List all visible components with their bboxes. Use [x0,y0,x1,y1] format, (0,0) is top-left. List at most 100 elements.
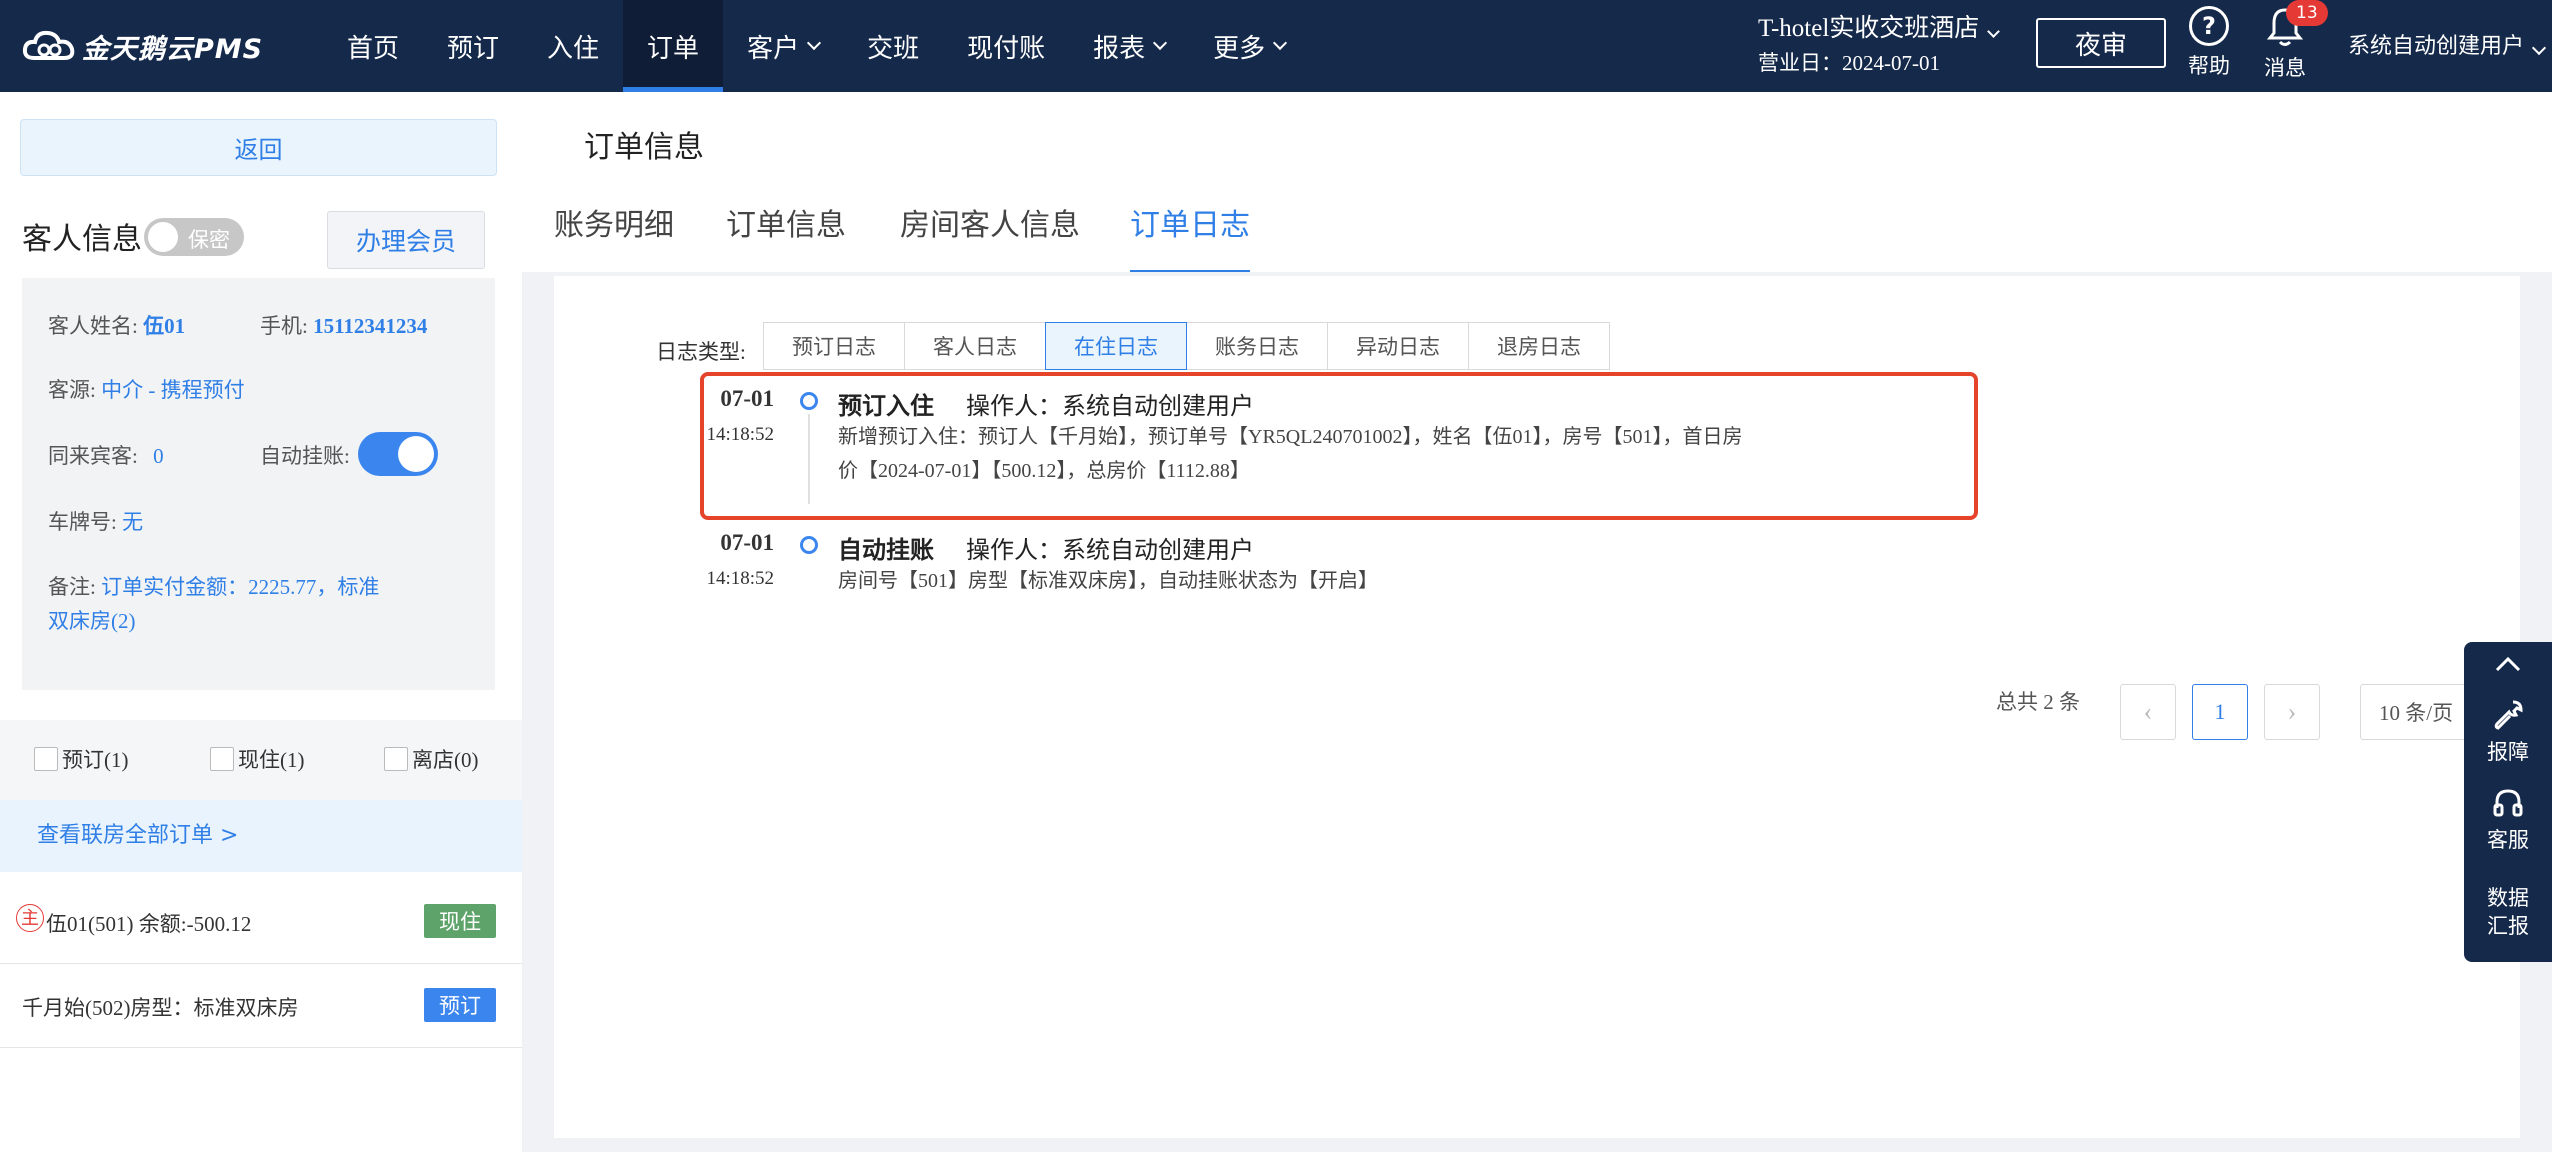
nav-label: 更多 [1213,33,1266,64]
timeline-dot [800,536,818,554]
checkbox[interactable] [210,747,234,771]
log-tab-change[interactable]: 异动日志 [1327,322,1469,370]
order-filters: 预订(1) 现住(1) 离店(0) [0,720,522,800]
log-date: 07-01 [720,530,774,555]
data-report-label: 数据 [2487,886,2529,910]
nav-more[interactable]: 更多 [1189,0,1309,92]
order-summary: 伍01(501) 余额:-500.12 [46,912,252,936]
log-tab-booking[interactable]: 预订日志 [763,322,905,370]
register-member-button[interactable]: 办理会员 [327,211,485,269]
log-title: 自动挂账 [838,538,934,564]
app-logo[interactable]: 金天鹅云PMS [22,26,263,66]
remark-row: 备注: 订单实付金额：2225.77，标准 双床房(2) [48,570,379,638]
back-button[interactable]: 返回 [20,119,497,176]
cloud-logo-icon [22,30,75,60]
nav-label: 首页 [347,33,400,64]
messages-button[interactable]: 13 消息 [2258,0,2328,82]
phone-row: 手机: 15112341234 [260,310,427,340]
filter-label: 现住(1) [238,748,305,772]
collapse-panel-button[interactable] [2464,654,2552,680]
logo-text: 金天鹅云PMS [82,33,264,65]
log-entry: 07-01 14:18:52 自动挂账 操作人：系统自动创建用户 房间号【501… [554,530,2520,610]
filter-booked[interactable]: 预订(1) [34,744,129,774]
linked-order-row[interactable]: 主 伍01(501) 余额:-500.12 现住 [0,880,522,964]
log-time: 14:18:52 [706,424,774,445]
tab-order-info[interactable]: 订单信息 [726,200,846,274]
prev-page-button[interactable]: ‹ [2120,684,2176,740]
checkbox[interactable] [384,747,408,771]
hotel-selector[interactable]: T-hotel实收交班酒店 营业日：2024-07-01 [1758,12,2001,80]
log-desc-line: 房间号【501】房型【标准双床房】，自动挂账状态为【开启】 [838,570,1378,592]
log-tab-in-house[interactable]: 在住日志 [1045,322,1187,370]
chevron-down-icon [1273,35,1288,51]
night-audit-button[interactable]: 夜审 [2036,18,2166,68]
main-nav: 首页 预订 入住 订单 客户 交班 现付账 报表 更多 [323,0,1309,92]
order-summary: 千月始(502)房型：标准双床房 [22,996,299,1020]
order-tabs: 账务明细 订单信息 房间客人信息 订单日志 [522,200,2552,278]
page-number-button[interactable]: 1 [2192,684,2248,740]
checkbox[interactable] [34,747,58,771]
user-menu[interactable]: 系统自动创建用户 [2348,28,2547,60]
guest-name-label: 客人姓名: [48,314,138,338]
timeline-line [808,414,810,504]
top-navigation-bar: 金天鹅云PMS 首页 预订 入住 订单 客户 交班 现付账 报表 更多 T-ho… [0,0,2552,92]
guest-info-panel: 客人姓名: 伍01 手机: 15112341234 客源: 中介 - 携程预付 … [22,278,495,690]
nav-shift[interactable]: 交班 [843,0,943,92]
log-operator: 操作人：系统自动创建用户 [966,394,1254,420]
message-count-badge: 13 [2286,0,2328,26]
source-label: 客源: [48,378,96,402]
data-report-button[interactable]: 数据 汇报 [2464,884,2552,940]
log-desc-line: 新增预订入住：预订人【千月始】，预订单号【YR5QL240701002】，姓名【… [838,426,1743,448]
nav-cash-account[interactable]: 现付账 [943,0,1069,92]
chevron-down-icon [807,35,822,51]
status-badge: 预订 [424,988,496,1022]
nav-reports[interactable]: 报表 [1069,0,1189,92]
plate-row: 车牌号: 无 [48,506,143,536]
guest-name-row: 客人姓名: 伍01 [48,310,185,340]
log-title-row: 自动挂账 操作人：系统自动创建用户 [838,530,1254,565]
filter-checked-out[interactable]: 离店(0) [384,744,479,774]
companions-row: 同来宾客: 0 [48,440,164,470]
filter-label: 离店(0) [412,748,479,772]
headset-icon [2493,789,2523,817]
auto-charge-toggle[interactable] [358,432,438,476]
help-icon: ? [2189,6,2229,46]
log-operator: 操作人：系统自动创建用户 [966,538,1254,564]
pagination-total: 总共 2 条 [1996,690,2080,714]
customer-service-button[interactable]: 客服 [2464,786,2552,854]
report-fault-button[interactable]: 报障 [2464,698,2552,766]
log-description: 房间号【501】房型【标准双床房】，自动挂账状态为【开启】 [838,564,1888,598]
remark-value: 订单实付金额：2225.77，标准 [101,575,380,599]
log-type-tabs: 预订日志 客人日志 在住日志 账务日志 异动日志 退房日志 [763,322,1610,370]
remark-value-cont: 双床房(2) [48,609,136,633]
nav-booking[interactable]: 预订 [423,0,523,92]
nav-home[interactable]: 首页 [323,0,423,92]
privacy-toggle[interactable]: 保密 [144,218,244,256]
remark-label: 备注: [48,575,96,599]
source-value: 中介 - 携程预付 [101,378,245,402]
page-title: 订单信息 [584,130,704,165]
next-page-button[interactable]: › [2264,684,2320,740]
nav-customers[interactable]: 客户 [723,0,843,92]
user-name: 系统自动创建用户 [2348,34,2525,59]
plate-value: 无 [122,510,144,534]
report-fault-label: 报障 [2487,740,2529,764]
linked-order-row[interactable]: 千月始(502)房型：标准双床房 预订 [0,964,522,1048]
chevron-down-icon [1987,25,2001,38]
log-tab-guest[interactable]: 客人日志 [904,322,1046,370]
help-button[interactable]: ? 帮助 [2182,6,2236,80]
nav-checkin[interactable]: 入住 [523,0,623,92]
phone-value: 15112341234 [313,314,428,338]
log-date: 07-01 [720,386,774,411]
nav-label: 客户 [747,33,800,64]
filter-staying[interactable]: 现住(1) [210,744,305,774]
log-tab-checkout[interactable]: 退房日志 [1468,322,1610,370]
tab-billing-detail[interactable]: 账务明细 [554,200,674,274]
nav-orders[interactable]: 订单 [623,0,724,92]
tab-room-guest-info[interactable]: 房间客人信息 [900,200,1080,274]
view-all-linked-orders-link[interactable]: 查看联房全部订单 > [0,800,522,872]
log-tab-billing[interactable]: 账务日志 [1186,322,1328,370]
messages-label: 消息 [2264,56,2306,80]
privacy-label: 保密 [188,228,230,252]
tab-order-log[interactable]: 订单日志 [1130,200,1250,274]
